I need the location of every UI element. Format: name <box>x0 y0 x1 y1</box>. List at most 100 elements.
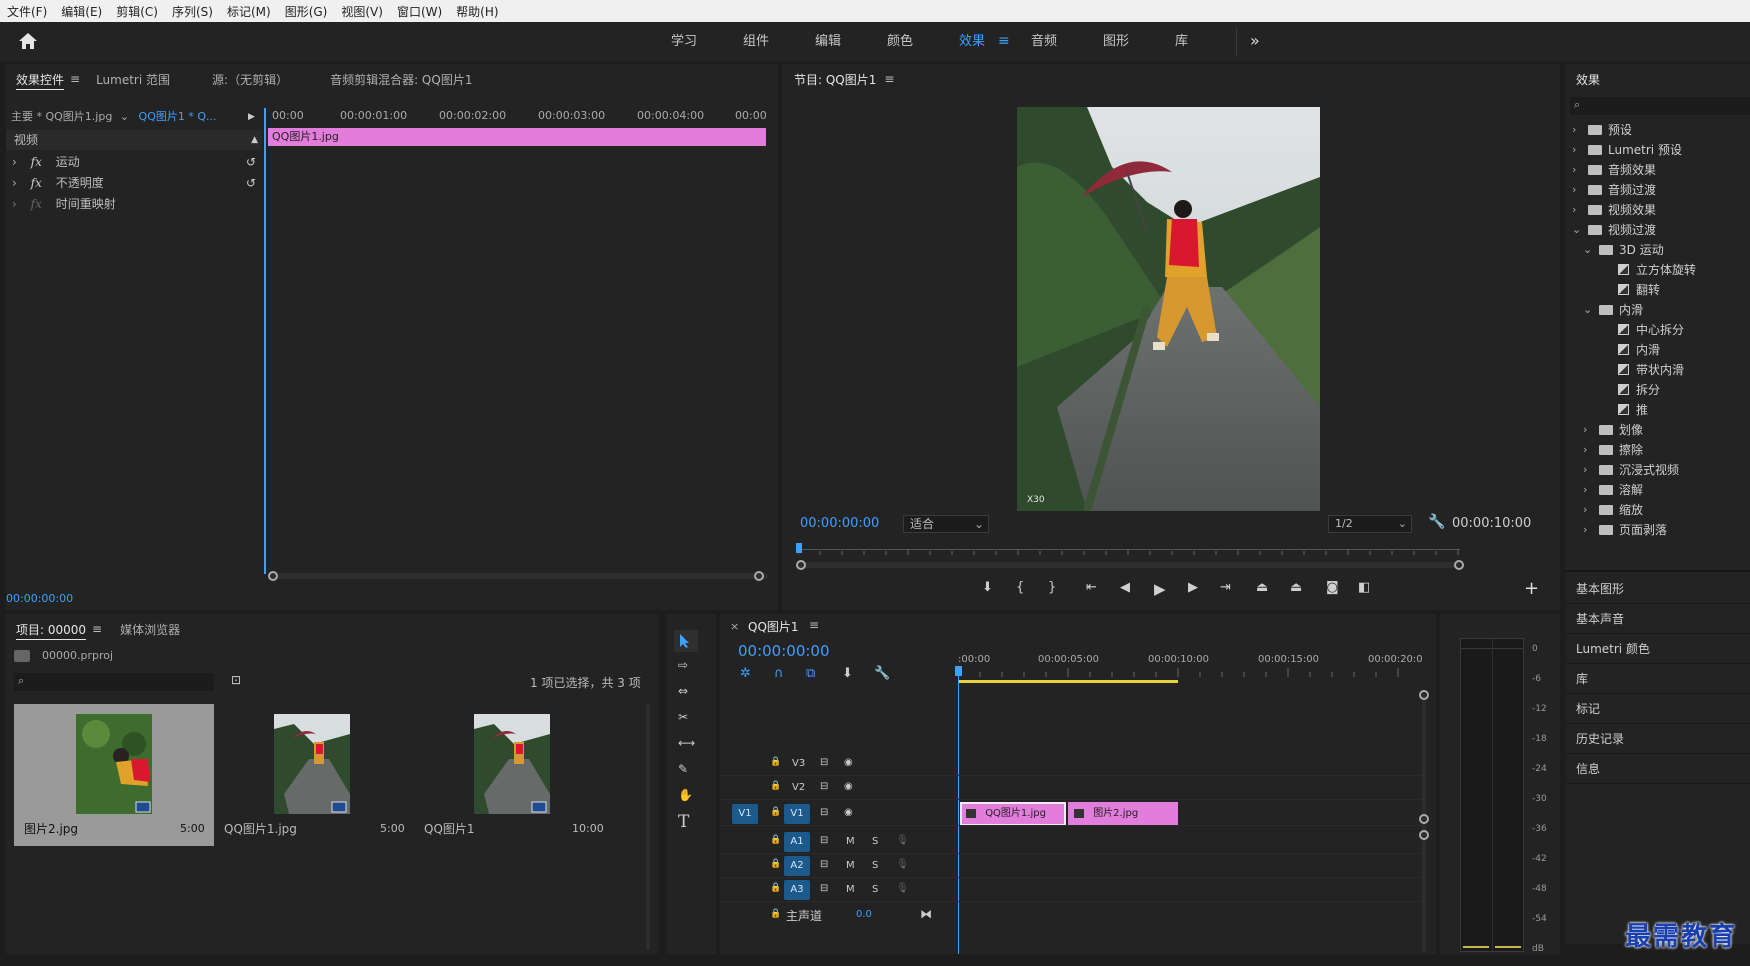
effects-item[interactable]: 翻转 <box>1566 280 1750 300</box>
chevron-right-icon[interactable]: › <box>1583 420 1587 440</box>
panel-menu-icon[interactable]: ≡ <box>809 618 819 632</box>
new-bin-icon[interactable]: ⊡ <box>231 673 241 687</box>
playhead[interactable] <box>264 108 266 574</box>
wrench-icon[interactable]: 🔧 <box>1428 514 1445 530</box>
mute-button[interactable]: M <box>846 836 855 847</box>
panel-menu-icon[interactable]: ≡ <box>92 622 102 636</box>
mute-button[interactable]: M <box>846 884 855 895</box>
lock-icon[interactable]: 🔒 <box>770 835 781 845</box>
prop-row-opacity[interactable]: › fx 不透明度 ↺ <box>6 173 262 193</box>
chevron-down-icon[interactable]: ⌄ <box>1583 240 1592 260</box>
zoom-scrollbar[interactable] <box>268 573 768 579</box>
chevron-right-icon[interactable]: › <box>1583 440 1587 460</box>
toggle-sync-icon[interactable]: ⊟ <box>820 883 828 894</box>
effects-folder[interactable]: › 沉浸式视频 <box>1566 460 1750 480</box>
chevron-right-icon[interactable]: › <box>1583 460 1587 480</box>
work-area-bar[interactable] <box>958 680 1178 683</box>
toggle-sync-icon[interactable]: ⊟ <box>820 859 828 870</box>
scroll-handle[interactable] <box>796 560 806 570</box>
effects-item[interactable]: 立方体旋转 <box>1566 260 1750 280</box>
eye-icon[interactable]: ◉ <box>844 807 853 818</box>
menu-window[interactable]: 窗口(W) <box>390 3 449 20</box>
menu-file[interactable]: 文件(F) <box>0 3 54 20</box>
solo-button[interactable]: S <box>872 860 878 871</box>
panel-tab[interactable]: 基本声音 <box>1566 604 1750 634</box>
track-label[interactable]: A3 <box>784 880 810 900</box>
effects-folder[interactable]: › 划像 <box>1566 420 1750 440</box>
track-label[interactable]: A2 <box>784 856 810 876</box>
resolution-dropdown[interactable]: 1/2 ⌄ <box>1328 515 1412 533</box>
lock-icon[interactable]: 🔒 <box>770 883 781 893</box>
clip-bar[interactable]: QQ图片1.jpg <box>268 128 766 146</box>
mark-in-icon[interactable]: { <box>1016 580 1024 595</box>
hand-tool-icon[interactable]: ✋ <box>678 788 693 802</box>
fx-icon[interactable]: fx <box>31 155 42 169</box>
ripple-edit-tool-icon[interactable]: ⇔ <box>678 684 688 698</box>
panel-tab[interactable]: 标记 <box>1566 694 1750 724</box>
effects-folder[interactable]: › 视频效果 <box>1566 200 1750 220</box>
type-tool-icon[interactable]: T <box>678 812 689 832</box>
effects-item[interactable]: 带状内滑 <box>1566 360 1750 380</box>
add-button-icon[interactable]: + <box>1524 578 1539 599</box>
ws-tab-audio[interactable]: 音频 <box>1031 22 1057 62</box>
go-to-in-icon[interactable]: ⇤ <box>1086 580 1097 595</box>
project-item[interactable]: QQ图片1 10:00 <box>414 704 606 846</box>
effects-folder[interactable]: ⌄ 视频过渡 <box>1566 220 1750 240</box>
collapse-arrow-icon[interactable]: ▲ <box>251 130 258 150</box>
ws-tab-color[interactable]: 颜色 <box>887 22 913 62</box>
linked-selection-icon[interactable]: ⧉ <box>806 666 815 681</box>
effects-folder[interactable]: › 音频过渡 <box>1566 180 1750 200</box>
step-back-icon[interactable]: ◀ <box>1120 580 1130 595</box>
tab-source[interactable]: 源:（无剪辑） <box>202 71 298 88</box>
toggle-sync-icon[interactable]: ⊟ <box>820 835 828 846</box>
effects-item[interactable]: 中心拆分 <box>1566 320 1750 340</box>
lock-icon[interactable]: 🔒 <box>770 781 781 791</box>
expand-arrow-icon[interactable]: › <box>12 197 17 211</box>
effects-item[interactable]: 内滑 <box>1566 340 1750 360</box>
project-search-input[interactable]: ⌕ <box>14 673 214 691</box>
wrench-icon[interactable]: 🔧 <box>874 666 890 681</box>
solo-button[interactable]: S <box>872 836 878 847</box>
project-item[interactable]: QQ图片1.jpg 5:00 <box>214 704 406 846</box>
project-item[interactable]: 图片2.jpg 5:00 <box>14 704 214 846</box>
home-icon[interactable] <box>18 32 38 50</box>
ws-tab-graphics[interactable]: 图形 <box>1103 22 1129 62</box>
track-select-tool-icon[interactable]: ⇨ <box>678 658 688 672</box>
microphone-icon[interactable]: 🎙 <box>896 859 909 870</box>
effects-title[interactable]: 效果 <box>1576 71 1600 88</box>
effects-folder[interactable]: › 缩放 <box>1566 500 1750 520</box>
tab-lumetri-scopes[interactable]: Lumetri 范围 <box>86 71 180 88</box>
chevron-right-icon[interactable]: › <box>1583 520 1587 540</box>
lock-icon[interactable]: 🔒 <box>770 757 781 767</box>
effects-search-input[interactable]: ⌕ <box>1570 97 1750 115</box>
program-timecode[interactable]: 00:00:00:00 <box>800 516 879 531</box>
tab-audio-clip-mixer[interactable]: 音频剪辑混合器: QQ图片1 <box>320 71 482 88</box>
timeline-title[interactable]: QQ图片1 <box>748 618 799 635</box>
program-playhead[interactable] <box>796 543 802 553</box>
overflow-icon[interactable]: » <box>1250 31 1260 50</box>
menu-sequence[interactable]: 序列(S) <box>165 3 220 20</box>
add-marker-icon[interactable]: ⬇ <box>842 666 853 681</box>
ws-tab-learn[interactable]: 学习 <box>671 22 697 62</box>
panel-tab[interactable]: 库 <box>1566 664 1750 694</box>
track-label[interactable]: A1 <box>784 832 810 852</box>
razor-tool-icon[interactable]: ✂ <box>678 710 688 724</box>
chevron-down-icon[interactable]: ⌄ <box>120 110 129 123</box>
tab-project[interactable]: 项目: 00000 <box>6 621 96 638</box>
menu-graphics[interactable]: 图形(G) <box>278 3 335 20</box>
scroll-handle[interactable] <box>754 571 764 581</box>
prop-row-time-remap[interactable]: › fx 时间重映射 <box>6 194 262 214</box>
hamburger-icon[interactable]: ≡ <box>998 33 1010 49</box>
ws-tab-editing[interactable]: 编辑 <box>815 22 841 62</box>
ws-tab-assembly[interactable]: 组件 <box>743 22 769 62</box>
tab-effect-controls[interactable]: 效果控件 <box>6 71 74 88</box>
close-icon[interactable]: × <box>730 620 739 633</box>
tab-media-browser[interactable]: 媒体浏览器 <box>110 621 190 638</box>
chevron-right-icon[interactable]: › <box>1572 180 1576 200</box>
toggle-sync-icon[interactable]: ⊟ <box>820 757 828 768</box>
slip-tool-icon[interactable]: ⟷ <box>678 736 695 750</box>
effects-folder[interactable]: › 擦除 <box>1566 440 1750 460</box>
snap-icon[interactable]: ∩ <box>774 666 784 681</box>
track-label[interactable]: V3 <box>792 758 805 769</box>
ws-tab-effects[interactable]: 效果 <box>959 22 985 62</box>
